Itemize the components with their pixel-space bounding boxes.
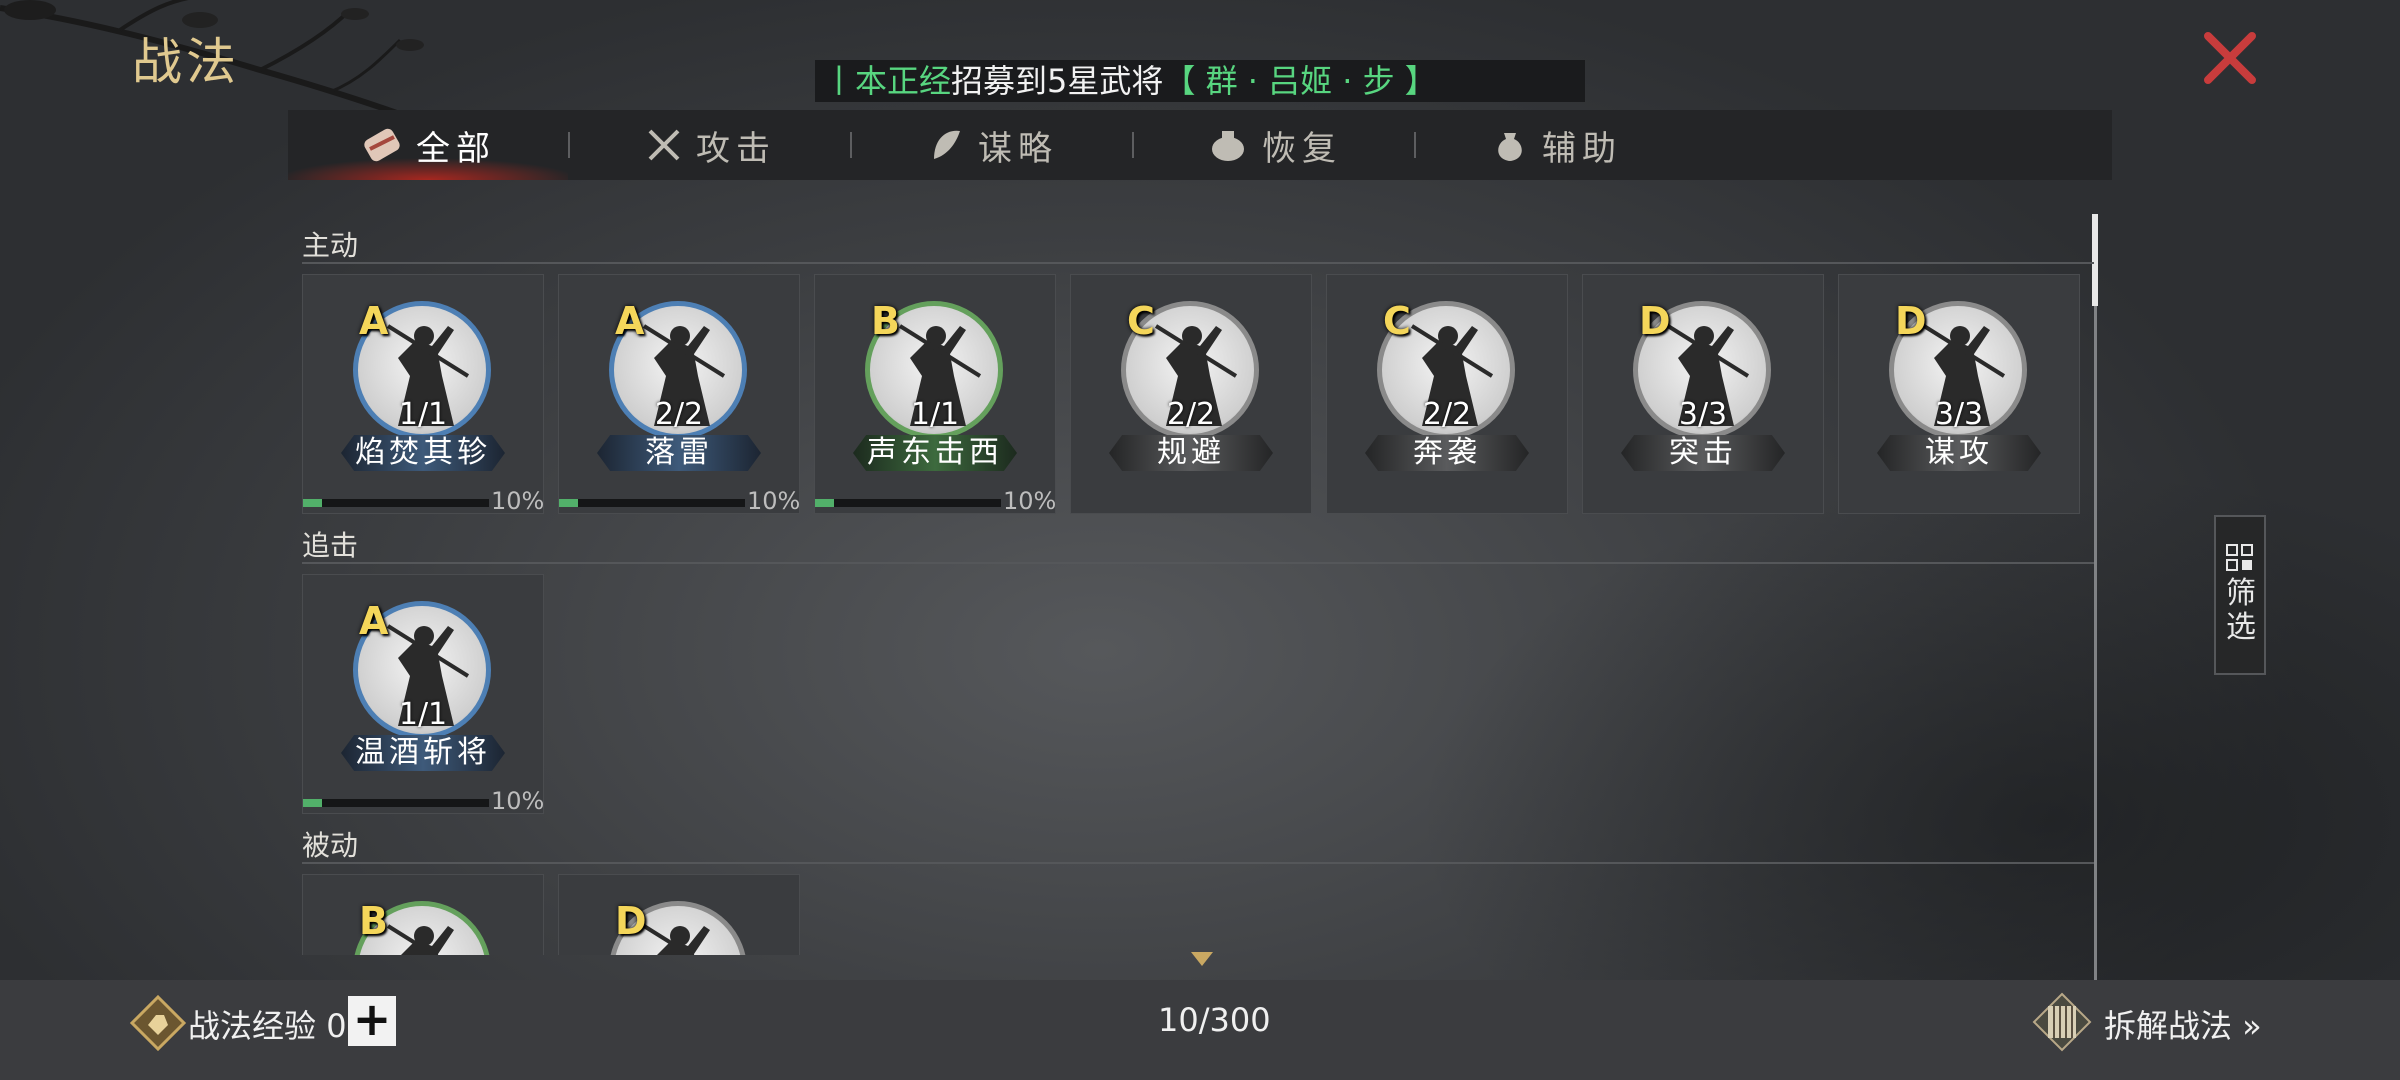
tactic-name: 温酒斩将 bbox=[341, 735, 505, 771]
section-passive-label: 被动 bbox=[302, 829, 359, 862]
ticker-hero: 【 群 · 吕姬 · 步 】 bbox=[1163, 62, 1437, 100]
tactic-card[interactable]: B 1/1 声东击西 10% bbox=[814, 274, 1056, 514]
section-divider bbox=[302, 562, 2094, 564]
tactic-name: 落雷 bbox=[597, 435, 761, 471]
medicine-pot-icon bbox=[1212, 131, 1244, 161]
tactic-exp-icon bbox=[130, 995, 186, 1051]
tactic-card[interactable]: C 2/2 奔袭 bbox=[1326, 274, 1568, 514]
upgrade-progress-text: 10% bbox=[747, 487, 800, 514]
upgrade-progress-fill bbox=[815, 499, 834, 507]
tactic-name: 奔袭 bbox=[1365, 435, 1529, 471]
tab-attack[interactable]: 攻击 bbox=[570, 110, 850, 180]
tactic-grade: C bbox=[1383, 299, 1411, 343]
tactic-count-badge: 3/3 bbox=[1678, 397, 1728, 432]
ticker-prefix: 丨 bbox=[823, 62, 856, 100]
exp-text: 战法经验 bbox=[188, 1007, 317, 1045]
tactic-count-badge: 1/1 bbox=[910, 397, 960, 432]
ticker-message: 招募到5星武将 bbox=[951, 62, 1164, 100]
upgrade-progress-fill bbox=[303, 799, 322, 807]
scroll-down-arrow-icon bbox=[1191, 952, 1213, 966]
scrollbar-track[interactable] bbox=[2094, 214, 2097, 984]
tactic-grade: A bbox=[615, 299, 645, 343]
upgrade-progress-text: 10% bbox=[491, 487, 544, 514]
tactic-count-badge: 3/3 bbox=[1934, 397, 1984, 432]
upgrade-progress-text: 10% bbox=[1003, 487, 1056, 514]
tactic-count-badge: 1/1 bbox=[398, 697, 448, 732]
tab-support[interactable]: 辅助 bbox=[1416, 110, 1696, 180]
tactic-count-badge: 2/2 bbox=[1166, 397, 1216, 432]
tab-attack-label: 攻击 bbox=[696, 128, 776, 169]
tactic-grade: D bbox=[1895, 299, 1927, 343]
tactic-name: 谋攻 bbox=[1877, 435, 2041, 471]
tab-recovery[interactable]: 恢复 bbox=[1134, 110, 1414, 180]
tactic-count-badge: 2/2 bbox=[654, 397, 704, 432]
upgrade-progress-bar bbox=[303, 499, 489, 507]
tactic-grade: C bbox=[1127, 299, 1155, 343]
tactic-name: 焰焚其轸 bbox=[341, 435, 505, 471]
tactic-card[interactable]: C 2/2 规避 bbox=[1070, 274, 1312, 514]
tactic-name: 规避 bbox=[1109, 435, 1273, 471]
upgrade-progress-fill bbox=[303, 499, 322, 507]
close-icon[interactable] bbox=[2200, 28, 2260, 88]
section-divider bbox=[302, 862, 2094, 864]
disassemble-icon[interactable] bbox=[2032, 992, 2092, 1052]
section-active-label: 主动 bbox=[302, 229, 359, 262]
section-pursuit-label: 追击 bbox=[302, 529, 359, 562]
feather-fan-icon bbox=[934, 130, 960, 159]
tactic-name: 声东击西 bbox=[853, 435, 1017, 471]
ticker-player: 本正经 bbox=[855, 62, 952, 100]
scrollbar-thumb[interactable] bbox=[2092, 214, 2098, 306]
upgrade-progress-bar bbox=[559, 499, 745, 507]
tab-strategy[interactable]: 谋略 bbox=[852, 110, 1132, 180]
tab-recovery-label: 恢复 bbox=[1262, 128, 1342, 169]
tab-all-label: 全部 bbox=[416, 128, 496, 169]
tactic-card[interactable]: B bbox=[302, 874, 544, 955]
tactic-count: 10/300 bbox=[1158, 1001, 1271, 1039]
disassemble-tactic-button[interactable]: 拆解战法 » bbox=[2104, 1001, 2262, 1047]
category-tabs: 全部 攻击 谋略 恢复 辅助 bbox=[288, 110, 2112, 180]
filter-label: 筛选 bbox=[2226, 576, 2256, 645]
add-exp-button[interactable]: + bbox=[348, 996, 396, 1046]
tactic-grade: A bbox=[359, 299, 389, 343]
tab-strategy-label: 谋略 bbox=[978, 128, 1058, 169]
tactic-count-badge: 1/1 bbox=[398, 397, 448, 432]
recruit-ticker: 丨本正经招募到5星武将【 群 · 吕姬 · 步 】 bbox=[815, 60, 1585, 102]
tactic-count-badge: 2/2 bbox=[1422, 397, 1472, 432]
upgrade-progress-bar bbox=[815, 499, 1001, 507]
tactic-card[interactable]: D 3/3 谋攻 bbox=[1838, 274, 2080, 514]
tactic-card[interactable]: A 1/1 焰焚其轸 10% bbox=[302, 274, 544, 514]
exp-value: 0 bbox=[326, 1007, 347, 1045]
tactic-card[interactable]: D bbox=[558, 874, 800, 955]
tactic-name: 突击 bbox=[1621, 435, 1785, 471]
page-title: 战法 bbox=[132, 33, 240, 91]
tactic-grade: D bbox=[615, 899, 647, 943]
tactic-card[interactable]: A 1/1 温酒斩将 10% bbox=[302, 574, 544, 814]
tab-all[interactable]: 全部 bbox=[288, 110, 568, 180]
scroll-bundle-icon bbox=[364, 128, 400, 162]
tactic-grade: A bbox=[359, 599, 389, 643]
tactic-exp-label: 战法经验 0 bbox=[188, 1001, 347, 1047]
tactic-card[interactable]: A 2/2 落雷 10% bbox=[558, 274, 800, 514]
tactic-card[interactable]: D 3/3 突击 bbox=[1582, 274, 1824, 514]
crossed-swords-icon bbox=[648, 129, 680, 161]
grid-icon bbox=[2226, 544, 2253, 571]
upgrade-progress-bar bbox=[303, 799, 489, 807]
pouch-icon bbox=[1498, 133, 1522, 161]
section-divider bbox=[302, 262, 2094, 264]
tab-support-label: 辅助 bbox=[1542, 128, 1622, 169]
filter-button[interactable]: 筛选 bbox=[2214, 515, 2266, 675]
upgrade-progress-text: 10% bbox=[491, 787, 544, 814]
tactic-grade: B bbox=[871, 299, 900, 343]
tactic-grade: D bbox=[1639, 299, 1671, 343]
upgrade-progress-fill bbox=[559, 499, 578, 507]
tactic-grade: B bbox=[359, 899, 388, 943]
